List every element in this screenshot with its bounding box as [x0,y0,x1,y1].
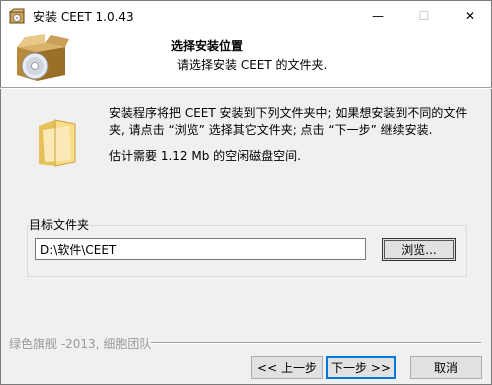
install-description: 安装程序将把 CEET 安装到下列文件夹中; 如果想安装到不同的文件夹, 请点击… [109,106,468,137]
footer-divider [151,342,481,344]
maximize-button[interactable]: ☐ [401,1,447,30]
header-subtitle: 请选择安装 CEET 的文件夹. [177,58,328,72]
space-required: 估计需要 1.12 Mb 的空闲磁盘空间. [109,149,301,163]
back-button[interactable]: << 上一步 [251,356,323,379]
header-title: 选择安装位置 [171,39,244,53]
content-area: 安装程序将把 CEET 安装到下列文件夹中; 如果想安装到不同的文件夹, 请点击… [0,89,492,385]
minimize-button[interactable]: — [355,1,401,30]
folder-icon [39,119,76,167]
maximize-icon: ☐ [418,8,430,23]
close-button[interactable]: ✕ [447,1,492,30]
close-icon: ✕ [464,8,476,23]
brand-text: 绿色旗舰 -2013, 细胞团队 [9,337,152,351]
destination-label: 目标文件夹 [29,216,92,233]
minimize-icon: — [372,8,384,23]
cancel-button[interactable]: 取消 [410,356,482,379]
wizard-header: 选择安装位置 请选择安装 CEET 的文件夹. [0,30,492,87]
title-bar: 安装 CEET 1.0.43 — ☐ ✕ [0,0,492,30]
window-title: 安装 CEET 1.0.43 [33,10,134,24]
next-button[interactable]: 下一步 >> [326,356,396,379]
browse-button[interactable]: 浏览... [382,238,456,261]
box-disc-icon [17,34,69,81]
destination-path-input[interactable] [35,238,366,260]
installer-app-icon [9,8,25,24]
